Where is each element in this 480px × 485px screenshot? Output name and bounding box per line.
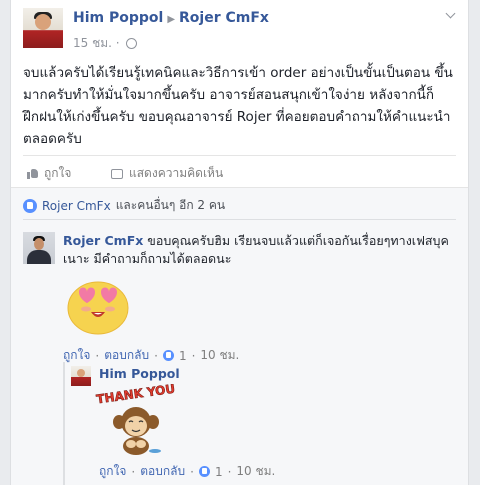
separator: · bbox=[227, 464, 232, 479]
thumb-up-icon bbox=[27, 168, 38, 179]
thank-you-monkey-sticker: THANK YOU bbox=[95, 384, 176, 455]
reply-time[interactable]: 10 ชม. bbox=[236, 462, 275, 481]
separator: · bbox=[154, 348, 158, 363]
reply-author-avatar[interactable] bbox=[71, 366, 91, 386]
heart-eyes-emoji-sticker bbox=[67, 281, 129, 335]
reply-like-count[interactable]: 1 bbox=[215, 465, 223, 479]
like-reaction-icon bbox=[23, 198, 37, 213]
separator: · bbox=[95, 348, 100, 363]
like-reaction-icon[interactable] bbox=[162, 350, 174, 361]
chevron-down-icon[interactable] bbox=[446, 10, 456, 20]
author-name-link[interactable]: Him Poppol bbox=[73, 10, 163, 26]
likes-summary[interactable]: Rojer CmFx และคนอื่นๆ อีก 2 คน bbox=[23, 196, 456, 215]
separator: · bbox=[190, 464, 194, 479]
comment-icon bbox=[111, 168, 123, 179]
like-label: ถูกใจ bbox=[44, 166, 72, 180]
post-time[interactable]: 15 ชม. bbox=[73, 36, 112, 50]
like-button[interactable]: ถูกใจ bbox=[27, 164, 71, 183]
post-action-bar: ถูกใจ แสดงความคิดเห็น bbox=[23, 155, 456, 188]
post-text: จบแล้วครับได้เรียนรู้เทคนิคและวิธีการเข้… bbox=[23, 65, 453, 147]
separator: · bbox=[191, 348, 196, 363]
comment-body: Rojer CmFx ขอบคุณครับฮิม เรียนจบแล้วแต่ก็… bbox=[63, 232, 459, 268]
post-header: Him Poppol ▶ Rojer CmFx 15 ชม. · bbox=[23, 8, 460, 52]
reply-actions: ถูกใจ · ตอบกลับ · 1 · 10 ชม. bbox=[99, 462, 275, 481]
likes-summary-rest[interactable]: และคนอื่นๆ อีก 2 คน bbox=[116, 196, 225, 215]
post-names: Him Poppol ▶ Rojer CmFx bbox=[73, 10, 269, 26]
sticker-text: THANK YOU bbox=[96, 384, 176, 406]
comment-label: แสดงความคิดเห็น bbox=[129, 166, 224, 180]
author-avatar[interactable] bbox=[23, 8, 63, 48]
divider bbox=[23, 219, 456, 220]
commenter-avatar[interactable] bbox=[23, 232, 55, 264]
reply-reply-button[interactable]: ตอบกลับ bbox=[140, 462, 185, 481]
comment-like-count[interactable]: 1 bbox=[179, 349, 187, 363]
triangle-right-icon: ▶ bbox=[167, 14, 176, 25]
target-name-link[interactable]: Rojer CmFx bbox=[179, 10, 269, 26]
comment-button[interactable]: แสดงความคิดเห็น bbox=[111, 164, 223, 183]
post-card: Him Poppol ▶ Rojer CmFx 15 ชม. · จบแล้วครั… bbox=[10, 0, 469, 485]
reply-like-button[interactable]: ถูกใจ bbox=[99, 462, 126, 481]
separator: · bbox=[131, 464, 136, 479]
replies-thread: Him Poppol THANK YOU ถูกใจ · ตอบกลับ · 1… bbox=[63, 362, 456, 485]
like-reaction-icon[interactable] bbox=[198, 466, 210, 477]
reply-author-link[interactable]: Him Poppol bbox=[99, 366, 180, 381]
comment-author-link[interactable]: Rojer CmFx bbox=[63, 233, 143, 248]
post-meta: 15 ชม. · bbox=[73, 34, 138, 53]
privacy-icon[interactable] bbox=[126, 38, 138, 49]
likes-summary-name[interactable]: Rojer CmFx bbox=[42, 199, 111, 213]
